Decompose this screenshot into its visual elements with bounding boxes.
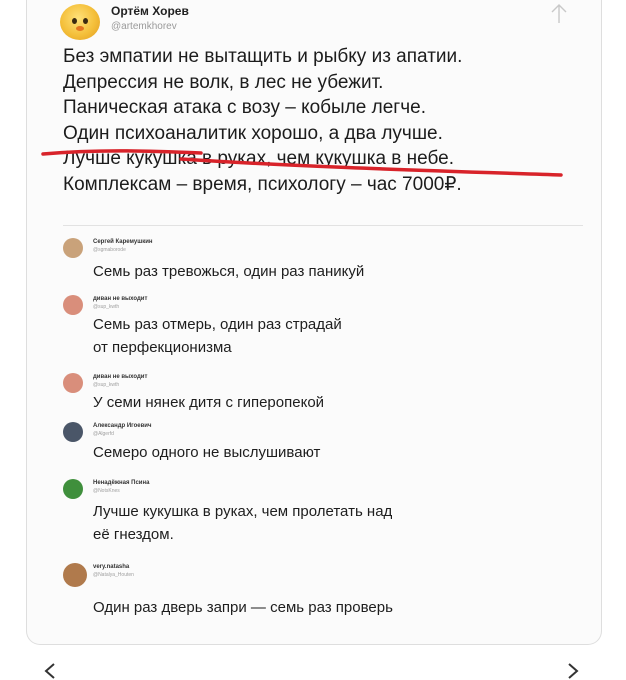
author-handle[interactable]: @artemkhorev — [111, 21, 177, 32]
chevron-left-icon[interactable] — [42, 662, 58, 680]
author-avatar[interactable] — [60, 4, 100, 40]
reply-text: от перфекционизма — [93, 339, 232, 356]
reply-text: её гнездом. — [93, 526, 174, 543]
post-line: Лучше кукушка в руках, чем кукушка в неб… — [63, 148, 455, 169]
post-line: Депрессия не волк, в лес не убежит. — [63, 71, 384, 93]
author-name[interactable]: Ортём Хорев — [111, 4, 189, 18]
divider — [63, 225, 583, 226]
reply-author-handle: @sup_kwth — [93, 382, 120, 388]
reply-author-handle: @sgmaborode — [93, 247, 126, 253]
post-line: Один психоаналитик хорошо, а два лучше. — [63, 122, 443, 144]
reply-text: Лучше кукушка в руках, чем пролетать над — [93, 503, 393, 520]
reply-text: Один раз дверь запри — семь раз проверь — [93, 599, 393, 616]
reply-author-name[interactable]: Сергей Каремушкин — [93, 239, 153, 245]
avatar-beak — [76, 26, 84, 31]
chevron-right-icon[interactable] — [565, 662, 581, 680]
reply-author-name[interactable]: диван не выходит — [93, 374, 147, 380]
reply-avatar[interactable] — [63, 563, 87, 587]
reply-author-name[interactable]: very.natasha — [93, 564, 129, 570]
reply-text: Семь раз отмерь, один раз страдай — [93, 316, 342, 333]
reply-avatar[interactable] — [63, 479, 83, 499]
reply-author-handle: @Natalya_Houten — [93, 572, 134, 578]
reply-author-handle: @sup_kwth — [93, 304, 120, 310]
reply-avatar[interactable] — [63, 295, 83, 315]
post-text: Без эмпатии не вытащить и рыбку из апати… — [63, 44, 583, 197]
reply-avatar[interactable] — [63, 373, 83, 393]
reply-avatar[interactable] — [63, 422, 83, 442]
reply-text: У семи нянек дитя с гиперопекой — [93, 394, 325, 411]
avatar-eye — [72, 18, 77, 24]
post-line: Без эмпатии не вытащить и рыбку из апати… — [63, 46, 463, 67]
reply-text: Семь раз тревожься, один раз паникуй — [93, 263, 365, 280]
avatar-eye — [83, 18, 88, 24]
post-card: Ортём Хорев @artemkhorev Без эмпатии не … — [26, 0, 602, 645]
reply-avatar[interactable] — [63, 238, 83, 258]
reply-author-name[interactable]: Александр Игоевич — [93, 423, 151, 429]
post-line: Паническая атака с возу – кобыле легче. — [63, 97, 426, 118]
reply-text: Семеро одного не выслушивают — [93, 444, 321, 461]
reply-author-handle: @NotsKnes — [93, 488, 120, 494]
post-line: Комплексам – время, психологу – час 7000… — [63, 173, 462, 195]
reply-author-handle: @Algerfd — [93, 431, 114, 437]
reply-author-name[interactable]: диван не выходит — [93, 296, 147, 302]
reply-author-name[interactable]: Ненадёжная Псина — [93, 480, 149, 486]
share-arrow-icon[interactable] — [547, 2, 571, 24]
